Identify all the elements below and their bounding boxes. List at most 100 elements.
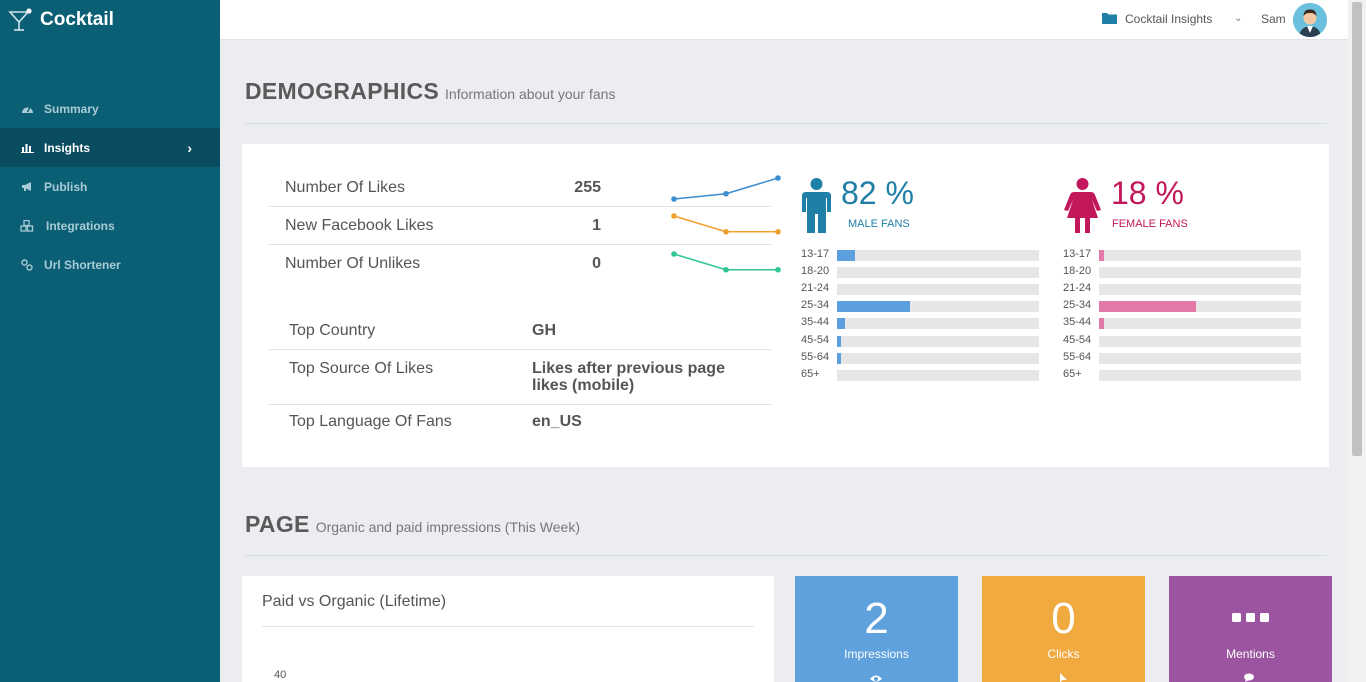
scrollbar[interactable] [1348,0,1366,682]
age-bar [837,335,842,347]
info-value: GH [532,322,556,339]
age-label: 35-44 [801,316,830,329]
divider [245,123,1327,124]
sidebar-item-publish[interactable]: Publish [0,167,220,206]
chevron-right-icon: › [187,140,192,156]
age-bar [837,352,842,364]
age-row: 25-34 [801,299,1041,313]
age-track [837,250,1039,261]
sparkline-point [671,196,677,202]
age-row: 35-44 [1063,316,1303,330]
age-track [1099,250,1301,261]
age-label: 18-20 [1063,265,1092,278]
age-label: 65+ [801,367,820,380]
info-row: Top Country GH [269,312,771,350]
age-row: 21-24 [801,282,1041,296]
sidebar-item-label: Integrations [46,218,115,233]
sparkline [671,213,781,235]
age-row: 45-54 [1063,334,1303,347]
brand-name: Cocktail [40,9,114,30]
bar-chart-icon [20,141,34,155]
age-label: 35-44 [1063,316,1092,329]
link-icon [20,258,34,272]
age-track [1099,318,1301,330]
sparkline [671,175,781,202]
stat-label: Number Of Unlikes [285,255,421,272]
user-name[interactable]: Sam [1261,12,1286,26]
sidebar-item-url-shortener[interactable]: Url Shortener [0,245,220,284]
impressions-value: 2 [864,594,889,643]
age-bar [1099,250,1105,261]
age-track [837,318,1039,330]
avatar[interactable] [1293,3,1327,37]
male-caption: MALE FANS [848,218,910,230]
sidebar-item-integrations[interactable]: Integrations [0,206,220,245]
sidebar-item-insights[interactable]: Insights › [0,128,220,167]
demographics-card: Number Of Likes 255 New Facebook Likes 1… [242,144,1329,467]
clicks-value: 0 [1051,594,1076,643]
age-track [1099,335,1301,347]
app-selector[interactable]: Cocktail Insights [1125,12,1212,26]
scrollbar-thumb[interactable] [1352,2,1362,456]
info-value: en_US [532,413,582,430]
age-track [1099,284,1301,296]
age-row: 21-24 [1063,282,1303,296]
page-header: PAGE Organic and paid impressions (This … [245,511,580,538]
stat-value: 255 [574,179,601,196]
age-track [837,284,1039,296]
sidebar-nav: Summary Insights › Publish Integrations [0,89,220,284]
age-bar [1099,318,1105,330]
divider [262,626,754,627]
section-subtitle: Information about your fans [445,86,616,102]
sidebar-item-label: Url Shortener [44,257,121,272]
male-age-bars: 13-17 18-20 21-24 25-34 35-44 45-54 55-64 65+ [801,248,1041,390]
clicks-tile[interactable]: 0 Clicks [982,576,1145,682]
info-value: Likes after previous page likes (mobile) [532,360,725,394]
sparkline [671,251,781,273]
age-bar [837,318,846,330]
impressions-tile[interactable]: 2 Impressions [795,576,958,682]
sidebar-item-summary[interactable]: Summary [0,89,220,128]
age-track [1099,301,1301,313]
age-bar [1099,301,1196,313]
cursor-icon [1060,673,1067,682]
folder-icon[interactable] [1102,12,1117,24]
female-caption: FEMALE FANS [1112,218,1188,230]
age-row: 18-20 [801,265,1041,279]
male-percent: 82 % [841,175,914,211]
age-track [1099,267,1301,279]
y-tick-label: 40 [274,669,287,681]
eye-icon [870,675,882,682]
age-label: 21-24 [1063,282,1092,295]
sparkline-point [775,175,781,181]
brand[interactable]: Cocktail [0,0,220,40]
info-label: Top Source Of Likes [289,360,434,377]
section-subtitle: Organic and paid impressions (This Week) [315,519,580,535]
ellipsis-icon [1232,613,1269,622]
age-label: 45-54 [801,333,830,346]
age-label: 65+ [1063,367,1082,380]
sparkline-point [775,266,781,273]
age-track [837,267,1039,279]
stat-row: Number Of Likes 255 [269,169,781,207]
section-title: PAGE [245,511,310,537]
cocktail-glass-icon [8,8,32,31]
info-label: Top Language Of Fans [289,413,452,430]
age-track [837,335,1039,347]
age-label: 13-17 [1063,248,1092,260]
chart-title: Paid vs Organic (Lifetime) [262,593,447,610]
chevron-down-icon[interactable]: ⌄ [1234,13,1242,24]
stat-label: Number Of Likes [285,179,406,196]
age-row: 65+ [801,367,1041,381]
cubes-icon [20,219,34,233]
sidebar-item-label: Publish [44,179,88,194]
age-label: 21-24 [801,282,830,295]
mentions-tile[interactable]: Mentions [1169,576,1332,682]
age-label: 18-20 [801,265,830,278]
age-track [837,352,1039,364]
comments-icon [1244,673,1254,682]
divider [245,555,1327,556]
age-track [1099,352,1301,364]
stat-value: 1 [592,217,601,234]
sidebar-item-label: Insights [44,140,91,155]
